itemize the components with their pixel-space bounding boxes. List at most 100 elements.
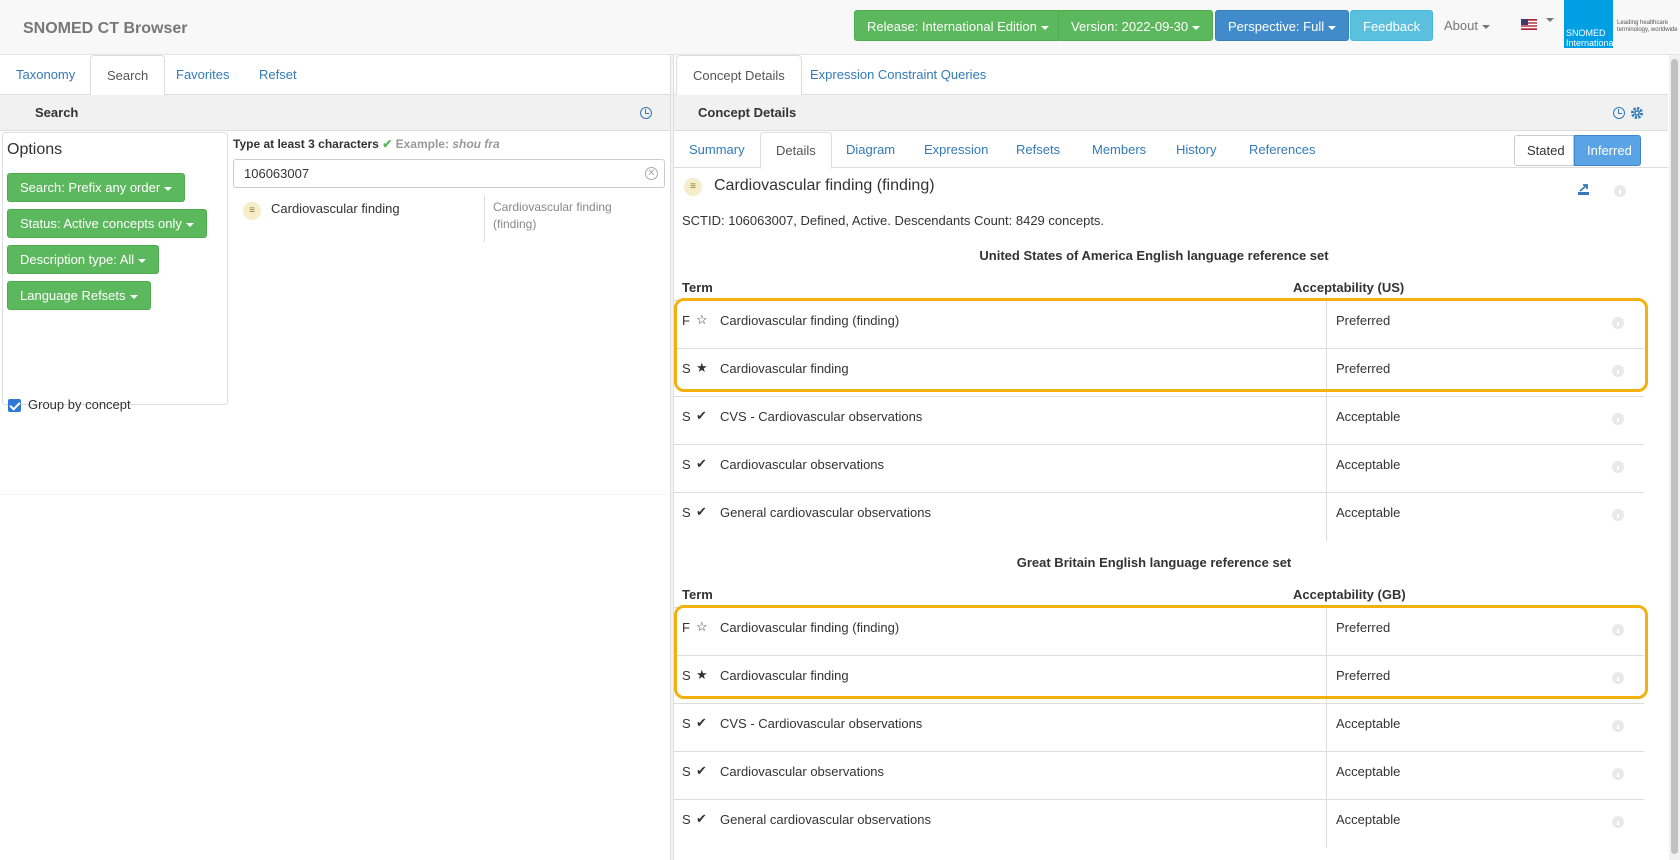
- description-row: S ✔ General cardiovascular observations …: [674, 799, 1644, 848]
- description-term: Cardiovascular finding (finding): [720, 620, 900, 635]
- description-type-button[interactable]: Description type: All: [7, 245, 160, 274]
- column-separator: [1326, 301, 1327, 349]
- acceptable-check-icon: ✔: [696, 456, 707, 471]
- description-term: Cardiovascular finding: [720, 668, 849, 683]
- caret-down-icon[interactable]: [1546, 18, 1554, 22]
- description-row: S ✔ General cardiovascular observations …: [674, 492, 1644, 541]
- feedback-button[interactable]: Feedback: [1350, 10, 1434, 41]
- status-filter-button[interactable]: Status: Active concepts only: [7, 209, 207, 238]
- stated-view-button[interactable]: Stated: [1514, 135, 1574, 166]
- right-tabs: Concept Details Expression Constraint Qu…: [674, 55, 1668, 96]
- language-refsets-button[interactable]: Language Refsets: [7, 281, 151, 310]
- concept-sctid-line: SCTID: 106063007, Defined, Active. Desce…: [682, 213, 1105, 228]
- caret-down-icon: [1192, 25, 1201, 30]
- check-icon: ✔: [382, 137, 393, 151]
- left-panel: Taxonomy Search Favorites Refset Search …: [0, 55, 670, 860]
- subtab-refsets[interactable]: Refsets: [1001, 132, 1075, 168]
- subtab-references[interactable]: References: [1234, 132, 1330, 168]
- description-type: S: [682, 361, 691, 376]
- info-icon[interactable]: [1614, 185, 1626, 197]
- concept-title: Cardiovascular finding (finding): [714, 177, 935, 194]
- snomed-logo: SNOMED International Leading healthcare …: [1564, 0, 1680, 48]
- tab-taxonomy[interactable]: Taxonomy: [0, 55, 91, 95]
- us-flag-icon[interactable]: [1521, 19, 1537, 30]
- result-term[interactable]: Cardiovascular finding: [271, 201, 400, 216]
- acceptability-value: Preferred: [1336, 313, 1391, 328]
- search-hint: Type at least 3 characters ✔ Example: sh…: [233, 137, 500, 151]
- description-type: S: [682, 457, 691, 472]
- term-column-header: Term: [682, 587, 713, 602]
- info-icon[interactable]: [1612, 720, 1624, 732]
- scrollbar-thumb[interactable]: [1671, 59, 1678, 854]
- release-dropdown-button[interactable]: Release: International Edition: [854, 10, 1062, 41]
- caret-down-icon: [1481, 24, 1490, 29]
- term-column-header: Term: [682, 280, 713, 295]
- gear-icon[interactable]: [1630, 106, 1644, 120]
- clear-search-icon[interactable]: ✕: [645, 167, 658, 180]
- version-dropdown-button[interactable]: Version: 2022-09-30: [1058, 10, 1214, 41]
- concept-badge-icon: ≡: [243, 202, 261, 220]
- info-icon[interactable]: [1612, 816, 1624, 828]
- acceptability-value: Acceptable: [1336, 505, 1401, 520]
- tab-refset[interactable]: Refset: [243, 55, 313, 95]
- subtab-details[interactable]: Details: [760, 132, 832, 169]
- description-type: S: [682, 812, 691, 827]
- refset-title-us: United States of America English languag…: [979, 248, 1329, 263]
- acceptability-value: Acceptable: [1336, 409, 1401, 424]
- group-by-concept-checkbox[interactable]: [8, 399, 21, 412]
- caret-down-icon: [185, 222, 194, 227]
- description-term: General cardiovascular observations: [720, 505, 931, 520]
- column-separator: [1326, 493, 1327, 541]
- info-icon[interactable]: [1612, 672, 1624, 684]
- search-result-row[interactable]: ≡ Cardiovascular finding Cardiovascular …: [233, 195, 665, 242]
- column-separator: [1326, 656, 1327, 704]
- export-icon[interactable]: [1577, 183, 1590, 196]
- perspective-dropdown-button[interactable]: Perspective: Full: [1215, 10, 1350, 41]
- tab-favorites[interactable]: Favorites: [160, 55, 245, 95]
- caret-down-icon: [1040, 25, 1049, 30]
- about-menu[interactable]: About: [1444, 18, 1490, 33]
- column-separator: [1326, 704, 1327, 752]
- search-input[interactable]: [233, 159, 665, 188]
- search-mode-button[interactable]: Search: Prefix any order: [7, 173, 186, 202]
- info-icon[interactable]: [1612, 461, 1624, 473]
- search-panel-header: Search: [0, 95, 670, 131]
- right-panel-scrollbar[interactable]: [1669, 55, 1680, 860]
- history-clock-icon[interactable]: [1613, 107, 1625, 119]
- subtab-expression[interactable]: Expression: [909, 132, 1003, 168]
- tab-expression-constraint-queries[interactable]: Expression Constraint Queries: [794, 55, 1002, 95]
- info-icon[interactable]: [1612, 317, 1624, 329]
- tab-search[interactable]: Search: [90, 55, 166, 96]
- info-icon[interactable]: [1612, 624, 1624, 636]
- search-options: Options Search: Prefix any order Status:…: [2, 132, 228, 412]
- column-separator: [1326, 800, 1327, 848]
- top-navbar: SNOMED CT Browser Release: International…: [0, 0, 1680, 55]
- caret-down-icon: [129, 294, 138, 299]
- tab-concept-details[interactable]: Concept Details: [676, 55, 802, 96]
- acceptability-value: Preferred: [1336, 361, 1391, 376]
- info-icon[interactable]: [1612, 509, 1624, 521]
- description-term: CVS - Cardiovascular observations: [720, 716, 923, 731]
- fsn-star-outline-icon: ☆: [696, 619, 708, 634]
- description-term: Cardiovascular finding: [720, 361, 849, 376]
- divider: [0, 494, 670, 495]
- column-separator: [1326, 349, 1327, 397]
- acceptable-check-icon: ✔: [696, 408, 707, 423]
- subtab-summary[interactable]: Summary: [674, 132, 760, 168]
- inferred-view-button[interactable]: Inferred: [1574, 135, 1641, 166]
- acceptability-column-header: Acceptability (US): [1293, 280, 1405, 295]
- app-brand[interactable]: SNOMED CT Browser: [23, 20, 187, 38]
- acceptable-check-icon: ✔: [696, 504, 707, 519]
- acceptability-value: Preferred: [1336, 620, 1391, 635]
- subtab-members[interactable]: Members: [1077, 132, 1161, 168]
- history-clock-icon[interactable]: [640, 107, 652, 119]
- column-separator: [1326, 397, 1327, 445]
- fsn-star-outline-icon: ☆: [696, 312, 708, 327]
- info-icon[interactable]: [1612, 413, 1624, 425]
- info-icon[interactable]: [1612, 365, 1624, 377]
- description-type: S: [682, 409, 691, 424]
- info-icon[interactable]: [1612, 768, 1624, 780]
- subtab-diagram[interactable]: Diagram: [831, 132, 910, 168]
- subtab-history[interactable]: History: [1161, 132, 1231, 168]
- group-by-concept-label: Group by concept: [28, 397, 131, 412]
